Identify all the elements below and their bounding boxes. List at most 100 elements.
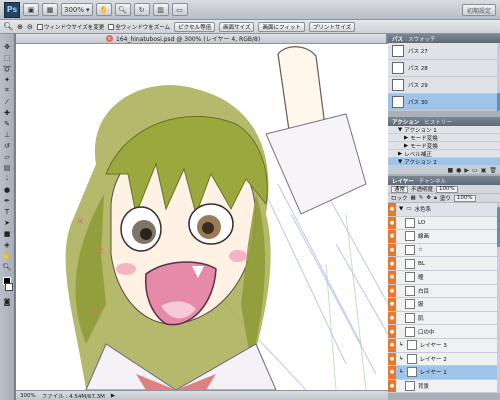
zoom-level-select[interactable]: 300% ▾ [61, 3, 93, 16]
resize-windows-checkbox[interactable]: ウィンドウサイズを変更 [36, 23, 104, 31]
document-tab[interactable]: × 164_hinatubosi.psd @ 300% (レイヤー 4, RGB… [16, 34, 386, 44]
path-row-selected[interactable]: パス 30 [388, 94, 500, 111]
visibility-eye-icon[interactable]: ● [388, 338, 396, 352]
document-canvas[interactable]: × × × [16, 44, 388, 390]
tab-swatches[interactable]: スウォッチ [408, 35, 436, 43]
tab-history[interactable]: ヒストリー [424, 118, 452, 126]
quick-mask-button[interactable]: ◙ [2, 297, 13, 306]
visibility-eye-icon[interactable]: ● [388, 230, 396, 243]
fill-screen-button[interactable]: 画面にフィット [258, 21, 305, 32]
expand-arrow-icon[interactable]: ▶ [398, 151, 402, 157]
blend-mode-select[interactable]: 通常 [391, 185, 409, 193]
visibility-eye-icon[interactable]: ● [388, 311, 396, 325]
trash-icon[interactable]: 🗑︎ [489, 167, 497, 174]
layer-row[interactable]: ● 服 [388, 298, 500, 312]
layer-row-selected[interactable]: ● ↳ レイヤー 1 [388, 366, 500, 380]
tab-channels[interactable]: チャンネル [419, 177, 446, 185]
background-color-swatch[interactable] [5, 283, 13, 291]
type-tool[interactable]: T [2, 207, 13, 216]
all-windows-zoom-checkbox[interactable]: 全ウィンドウをズーム [108, 23, 170, 31]
zoom-tool[interactable]: 🔍︎ [2, 262, 13, 271]
arrange-documents-button[interactable]: ▥ [152, 3, 169, 16]
fill-field[interactable]: 100% [453, 194, 476, 202]
rotate-view-button[interactable]: ↻ [133, 3, 150, 16]
3d-tool[interactable]: ◈ [2, 240, 13, 249]
stamp-tool[interactable]: ⊥ [2, 130, 13, 139]
expand-arrow-icon[interactable]: ▼ [399, 206, 403, 212]
tab-layers[interactable]: レイヤー [392, 177, 414, 185]
view-extras-button[interactable]: ▦ [42, 3, 58, 16]
visibility-eye-icon[interactable]: ● [388, 325, 396, 338]
visibility-eye-icon[interactable]: ● [388, 284, 396, 298]
visibility-eye-icon[interactable]: ● [388, 270, 396, 284]
layer-row[interactable]: ● 線画 [388, 230, 500, 244]
layer-row[interactable]: ● 口の中 [388, 325, 500, 339]
visibility-eye-icon[interactable]: ● [388, 216, 396, 230]
gradient-tool[interactable]: ▤ [2, 163, 13, 172]
pen-tool[interactable]: ✒ [2, 196, 13, 205]
eraser-tool[interactable]: ▱ [2, 152, 13, 161]
play-icon[interactable]: ▶ [464, 167, 469, 174]
actual-pixels-button[interactable]: ピクセル等倍 [174, 21, 216, 32]
new-action-icon[interactable]: ▣ [481, 167, 487, 174]
layer-row[interactable]: ● LO [388, 216, 500, 231]
opacity-field[interactable]: 100% [436, 185, 458, 193]
lock-transparency-icon[interactable]: ▦ [411, 195, 416, 201]
hand-tool-button[interactable]: ✋ [95, 3, 112, 16]
path-row[interactable]: パス 29 [388, 77, 500, 94]
zoom-tool-preset-icon[interactable]: 🔍︎ [3, 22, 13, 31]
visibility-eye-icon[interactable]: ● [388, 298, 396, 311]
layer-row[interactable]: ● 背景 [388, 379, 500, 394]
blur-tool[interactable]: 💧︎ [2, 174, 13, 183]
lock-position-icon[interactable]: ✥ [426, 195, 431, 201]
layer-group-row[interactable]: ● ▼ ▭ 水色系 [388, 203, 500, 217]
action-item[interactable]: ▶ モード変換 [388, 134, 500, 142]
hand-tool[interactable]: ✋ [2, 251, 13, 260]
action-item[interactable]: ▼ アクション 1 [388, 126, 500, 134]
lasso-tool[interactable]: ➰ [2, 64, 13, 73]
chevron-right-icon[interactable]: ▶ [111, 393, 115, 399]
shape-tool[interactable]: ■ [2, 229, 13, 238]
dodge-tool[interactable]: ● [2, 185, 13, 194]
layer-row[interactable]: ● 白目 [388, 284, 500, 299]
visibility-eye-icon[interactable]: ● [388, 352, 396, 366]
move-tool[interactable]: ✥ [2, 42, 13, 51]
path-row[interactable]: パス 28 [388, 60, 500, 77]
layer-row[interactable]: ● BL [388, 257, 500, 271]
layer-row[interactable]: ● ↳ レイヤー 3 [388, 338, 500, 353]
launch-bridge-button[interactable]: ▣ [23, 3, 39, 16]
tab-paths[interactable]: パス [392, 35, 403, 43]
expand-arrow-icon[interactable]: ▶ [404, 143, 408, 149]
zoom-out-icon[interactable]: ⊖ [27, 23, 33, 31]
visibility-eye-icon[interactable]: ● [388, 379, 396, 393]
path-selection-tool[interactable]: ➤ [2, 218, 13, 227]
expand-arrow-icon[interactable]: ▼ [398, 127, 402, 133]
path-row[interactable]: パス 27 [388, 43, 500, 60]
fit-screen-button[interactable]: 画面サイズ [219, 21, 255, 32]
eyedropper-tool[interactable]: ⁄ [2, 97, 13, 106]
stop-icon[interactable]: ■ [447, 167, 453, 174]
healing-tool[interactable]: ✚ [2, 108, 13, 117]
layer-row[interactable]: ● 肌 [388, 311, 500, 326]
brush-tool[interactable]: ✎ [2, 119, 13, 128]
zoom-tool-button[interactable]: 🔍︎ [114, 3, 131, 16]
layer-row[interactable]: ● 瞳 [388, 270, 500, 285]
close-icon[interactable]: × [106, 35, 113, 42]
visibility-eye-icon[interactable]: ● [388, 366, 396, 379]
layer-row[interactable]: ● ☆ [388, 243, 500, 258]
zoom-in-icon[interactable]: ⊕ [17, 23, 23, 31]
expand-arrow-icon[interactable]: ▶ [404, 135, 408, 141]
lock-all-icon[interactable]: 🔒︎ [434, 195, 437, 202]
expand-arrow-icon[interactable]: ▼ [398, 159, 402, 165]
screen-mode-button[interactable]: ▭ [171, 3, 188, 16]
history-brush-tool[interactable]: ↺ [2, 141, 13, 150]
layer-row[interactable]: ● ↳ レイヤー 2 [388, 352, 500, 367]
visibility-eye-icon[interactable]: ● [388, 203, 396, 216]
print-size-button[interactable]: プリントサイズ [308, 21, 356, 32]
marquee-tool[interactable]: ⬚ [2, 53, 13, 62]
visibility-eye-icon[interactable]: ● [388, 257, 396, 270]
lock-image-icon[interactable]: ✎ [419, 195, 424, 201]
workspace-switcher[interactable]: 初期設定 [461, 4, 496, 16]
magic-wand-tool[interactable]: ✦ [2, 75, 13, 84]
tab-actions[interactable]: アクション [392, 118, 419, 126]
